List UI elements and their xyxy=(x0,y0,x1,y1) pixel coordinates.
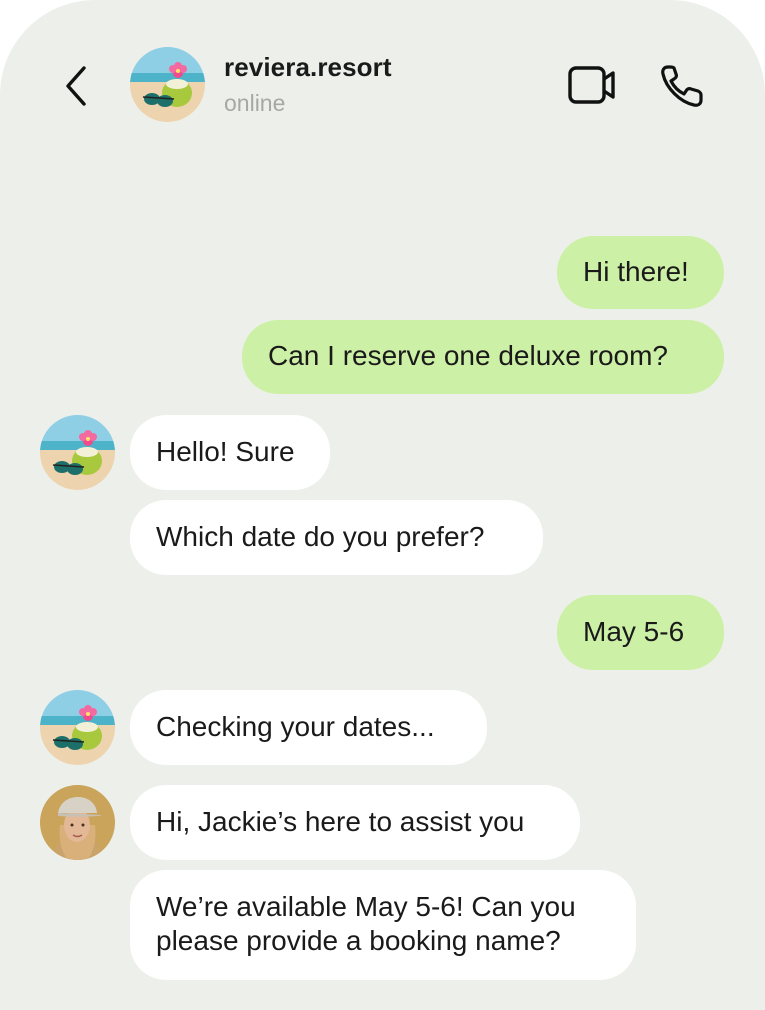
message-text: Hi there! xyxy=(583,256,689,287)
message-bubble-incoming[interactable]: Hi, Jackie’s here to assist you xyxy=(130,785,580,860)
resort-avatar[interactable] xyxy=(40,415,115,490)
message-text-line: We’re available May 5-6! Can you xyxy=(156,891,576,922)
phone-icon xyxy=(661,65,703,107)
message-bubble-incoming[interactable]: Checking your dates... xyxy=(130,690,487,765)
back-button[interactable] xyxy=(56,62,96,110)
message-text: Hi, Jackie’s here to assist you xyxy=(156,806,525,837)
voice-call-button[interactable] xyxy=(658,62,706,110)
message-text: Checking your dates... xyxy=(156,711,435,742)
contact-status: online xyxy=(224,90,286,116)
message-bubble-incoming[interactable]: We’re available May 5-6! Can you please … xyxy=(130,870,636,980)
message-bubble-outgoing[interactable]: Hi there! xyxy=(557,236,724,309)
message-text: Hello! Sure xyxy=(156,436,295,467)
message-text: May 5-6 xyxy=(583,616,685,647)
message-text: Which date do you prefer? xyxy=(156,521,485,552)
message-bubble-outgoing[interactable]: May 5-6 xyxy=(557,595,724,670)
agent-avatar[interactable] xyxy=(40,785,115,860)
resort-avatar[interactable] xyxy=(40,690,115,765)
contact-avatar[interactable] xyxy=(130,47,205,122)
message-bubble-incoming[interactable]: Hello! Sure xyxy=(130,415,330,490)
video-call-button[interactable] xyxy=(566,64,618,106)
message-bubble-incoming[interactable]: Which date do you prefer? xyxy=(130,500,543,575)
video-camera-icon xyxy=(568,66,615,104)
message-text: Can I reserve one deluxe room? xyxy=(268,340,668,371)
message-bubble-outgoing[interactable]: Can I reserve one deluxe room? xyxy=(242,320,724,394)
chat-screen: reviera.resort online Hi there! Can I re… xyxy=(0,0,765,1010)
chevron-left-icon xyxy=(66,66,86,106)
message-text-line: please provide a booking name? xyxy=(156,925,561,956)
contact-name: reviera.resort xyxy=(224,52,392,82)
